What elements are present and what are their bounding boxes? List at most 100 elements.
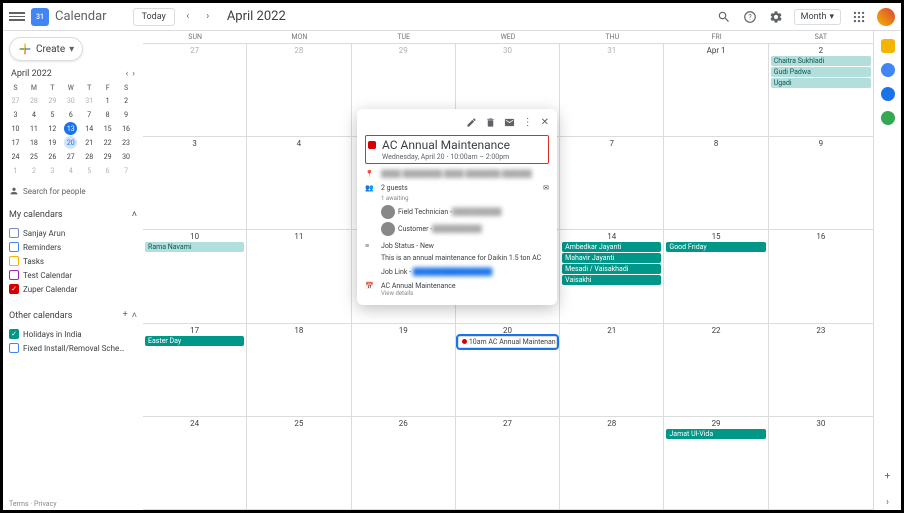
day-cell[interactable]: 15Good Friday: [664, 230, 768, 322]
day-cell[interactable]: 31: [560, 44, 664, 136]
mini-day[interactable]: 7: [83, 108, 96, 121]
event-chip[interactable]: Jamat Ul-Vida: [666, 429, 765, 439]
delete-icon[interactable]: [485, 117, 496, 131]
add-panel-icon[interactable]: +: [880, 468, 896, 484]
footer-links[interactable]: Terms · Privacy: [9, 500, 57, 508]
day-cell[interactable]: 2Chaitra SukhladiGudi PadwaUgadi: [769, 44, 873, 136]
mini-day[interactable]: 1: [101, 94, 114, 107]
day-cell[interactable]: 8: [664, 137, 768, 229]
mini-day[interactable]: 13: [64, 122, 77, 135]
mini-day[interactable]: 17: [9, 136, 22, 149]
mini-day[interactable]: 1: [9, 164, 22, 177]
calendar-item[interactable]: Test Calendar: [9, 268, 137, 282]
mini-day[interactable]: 4: [64, 164, 77, 177]
mini-day[interactable]: 16: [120, 122, 133, 135]
options-icon[interactable]: ⋮: [523, 117, 533, 131]
my-calendars-header[interactable]: My calendars˄: [9, 207, 137, 222]
contacts-icon[interactable]: [881, 87, 895, 101]
tasks-icon[interactable]: [881, 63, 895, 77]
day-cell[interactable]: 18: [247, 324, 351, 416]
day-cell[interactable]: Apr 1: [664, 44, 768, 136]
settings-icon[interactable]: [768, 9, 784, 25]
mini-day[interactable]: 2: [120, 94, 133, 107]
account-avatar[interactable]: [877, 8, 895, 26]
day-cell[interactable]: 9: [769, 137, 873, 229]
other-calendars-header[interactable]: Other calendars+˄: [9, 308, 137, 323]
day-cell[interactable]: 22: [664, 324, 768, 416]
day-cell[interactable]: 26: [352, 417, 456, 509]
mini-day[interactable]: 18: [27, 136, 40, 149]
mini-day[interactable]: 9: [120, 108, 133, 121]
add-calendar-icon[interactable]: +: [123, 310, 128, 321]
view-select[interactable]: Month▾: [794, 9, 841, 25]
calendar-item[interactable]: Reminders: [9, 240, 137, 254]
close-icon[interactable]: ✕: [541, 117, 549, 131]
mini-day[interactable]: 20: [64, 136, 77, 149]
day-cell[interactable]: 19: [352, 324, 456, 416]
calendar-checkbox[interactable]: [9, 242, 19, 252]
calendar-checkbox[interactable]: [9, 284, 19, 294]
calendar-checkbox[interactable]: [9, 329, 19, 339]
calendar-item[interactable]: Tasks: [9, 254, 137, 268]
day-cell[interactable]: 27: [456, 417, 560, 509]
mini-day[interactable]: 28: [27, 94, 40, 107]
mini-prev-icon[interactable]: ‹: [126, 69, 129, 79]
menu-icon[interactable]: [9, 9, 25, 25]
event-chip[interactable]: 10am AC Annual Maintenance: [458, 336, 557, 348]
apps-icon[interactable]: [851, 9, 867, 25]
collapse-panel-icon[interactable]: ›: [880, 494, 896, 510]
mini-day[interactable]: 19: [46, 136, 59, 149]
day-cell[interactable]: 27: [143, 44, 247, 136]
mini-day[interactable]: 11: [27, 122, 40, 135]
event-chip[interactable]: Easter Day: [145, 336, 244, 346]
day-cell[interactable]: 3: [143, 137, 247, 229]
event-chip[interactable]: Ugadi: [771, 78, 871, 88]
mini-day[interactable]: 4: [27, 108, 40, 121]
day-cell[interactable]: 4: [247, 137, 351, 229]
search-icon[interactable]: [716, 9, 732, 25]
mini-day[interactable]: 6: [64, 108, 77, 121]
event-chip[interactable]: Vaisakhi: [562, 275, 661, 285]
day-cell[interactable]: 25: [247, 417, 351, 509]
next-month-icon[interactable]: ›: [201, 10, 215, 24]
calendar-checkbox[interactable]: [9, 270, 19, 280]
mini-day[interactable]: 7: [120, 164, 133, 177]
mini-day[interactable]: 2: [27, 164, 40, 177]
mini-day[interactable]: 23: [120, 136, 133, 149]
prev-month-icon[interactable]: ‹: [181, 10, 195, 24]
search-people[interactable]: Search for people: [9, 183, 137, 199]
mini-day[interactable]: 27: [64, 150, 77, 163]
mini-day[interactable]: 8: [101, 108, 114, 121]
mini-day[interactable]: 25: [27, 150, 40, 163]
day-cell[interactable]: 29Jamat Ul-Vida: [664, 417, 768, 509]
calendar-checkbox[interactable]: [9, 228, 19, 238]
keep-icon[interactable]: [881, 39, 895, 53]
event-chip[interactable]: Rama Navami: [145, 242, 244, 252]
day-cell[interactable]: 30: [769, 417, 873, 509]
edit-icon[interactable]: [466, 117, 477, 131]
calendar-item[interactable]: Zuper Calendar: [9, 282, 137, 296]
day-cell[interactable]: 2010am AC Annual Maintenance: [456, 324, 560, 416]
mini-day[interactable]: 5: [83, 164, 96, 177]
mini-day[interactable]: 3: [9, 108, 22, 121]
mini-day[interactable]: 12: [46, 122, 59, 135]
mini-day[interactable]: 10: [9, 122, 22, 135]
mini-day[interactable]: 26: [46, 150, 59, 163]
mail-icon[interactable]: [504, 117, 515, 131]
mini-next-icon[interactable]: ›: [132, 69, 135, 79]
day-cell[interactable]: 28: [247, 44, 351, 136]
mini-day[interactable]: 30: [120, 150, 133, 163]
day-cell[interactable]: 24: [143, 417, 247, 509]
mini-day[interactable]: 24: [9, 150, 22, 163]
day-cell[interactable]: 14Ambedkar JayantiMahavir JayantiMesadi …: [560, 230, 664, 322]
mini-day[interactable]: 15: [101, 122, 114, 135]
mini-day[interactable]: 5: [46, 108, 59, 121]
mini-day[interactable]: 3: [46, 164, 59, 177]
event-chip[interactable]: Gudi Padwa: [771, 67, 871, 77]
event-chip[interactable]: Ambedkar Jayanti: [562, 242, 661, 252]
calendar-checkbox[interactable]: [9, 343, 19, 353]
day-cell[interactable]: 17Easter Day: [143, 324, 247, 416]
maps-icon[interactable]: [881, 111, 895, 125]
mini-day[interactable]: 29: [101, 150, 114, 163]
event-chip[interactable]: Mahavir Jayanti: [562, 253, 661, 263]
